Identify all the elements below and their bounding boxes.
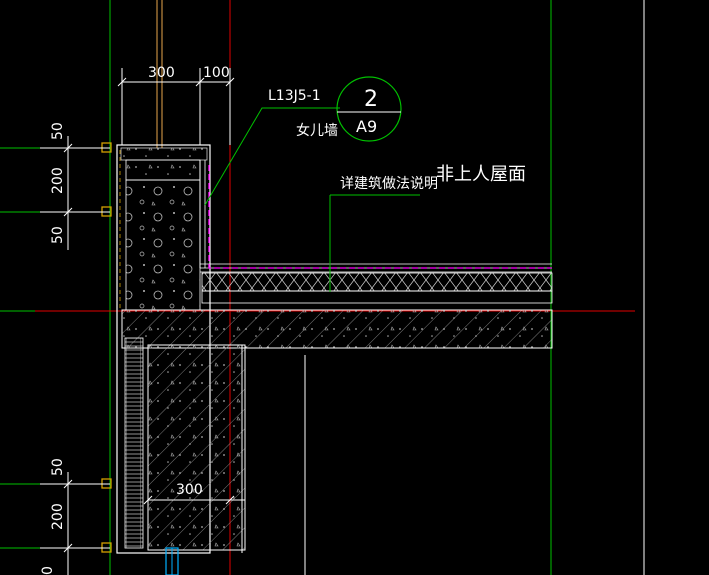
dim-left-upper-3: 50 xyxy=(50,226,66,244)
roof-type-label: 非上人屋面 xyxy=(436,164,526,185)
dim-top-right: 100 xyxy=(203,65,230,81)
atlas-reference: L13J5-1 xyxy=(268,88,321,104)
structure xyxy=(101,142,553,575)
green-extension-lines xyxy=(0,147,40,549)
dim-left-upper-1: 50 xyxy=(50,122,66,140)
dim-top-left: 300 xyxy=(148,65,175,81)
parapet-label: 女儿墙 xyxy=(296,122,338,139)
see-notes-label: 详建筑做法说明 xyxy=(340,176,438,192)
dim-left-upper-2: 200 xyxy=(50,167,66,194)
dim-left-lower-1: 50 xyxy=(50,458,66,476)
dim-left-lower-2: 200 xyxy=(50,503,66,530)
dim-left-lower-3: 0 xyxy=(40,566,56,575)
detail-bubble: 2 A9 xyxy=(336,76,402,142)
cad-detail-drawing: 2 A9 300 100 50 200 50 50 200 0 300 L13J… xyxy=(0,0,645,575)
detail-sheet: A9 xyxy=(356,117,377,136)
dim-beam-width: 300 xyxy=(176,482,203,498)
detail-number: 2 xyxy=(364,87,378,112)
